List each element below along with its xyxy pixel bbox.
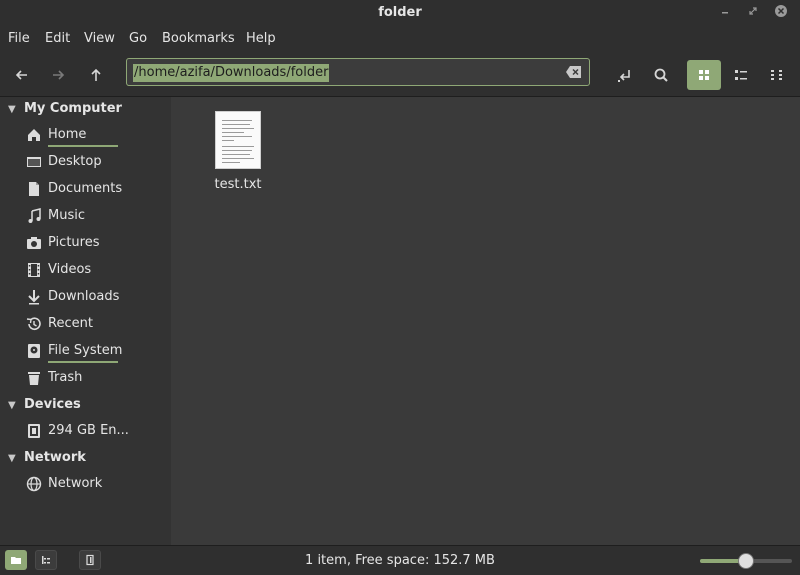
history-icon: [26, 317, 41, 330]
section-label: My Computer: [24, 101, 122, 116]
network-icon: [26, 476, 42, 492]
forward-button[interactable]: [41, 60, 75, 90]
drive-icon: [28, 344, 40, 358]
desktop-icon: [27, 157, 41, 167]
compact-view-icon: [771, 70, 782, 80]
toolbar: /home/azifa/Downloads/folder: [0, 52, 800, 97]
minimize-button[interactable]: [716, 4, 734, 22]
location-text[interactable]: /home/azifa/Downloads/folder: [133, 64, 330, 82]
expander-down-icon[interactable]: ▼: [8, 104, 20, 115]
sidebar-item-desktop[interactable]: Desktop: [26, 152, 166, 174]
compact-view-button[interactable]: [760, 60, 794, 90]
close-button[interactable]: [772, 4, 790, 22]
sidebar-item-label: Pictures: [48, 235, 100, 250]
list-view-button[interactable]: [724, 60, 758, 90]
sidebar: ▼ My Computer Home Desktop Documents Musi…: [0, 97, 171, 545]
menu-bookmarks[interactable]: Bookmarks: [162, 31, 235, 46]
sidebar-item-disk[interactable]: 294 GB En...: [26, 421, 166, 443]
sidebar-item-trash[interactable]: Trash: [26, 368, 166, 390]
section-label: Devices: [24, 397, 81, 412]
file-item[interactable]: test.txt: [209, 111, 267, 192]
status-bar: 1 item, Free space: 152.7 MB: [0, 545, 800, 575]
expander-down-icon[interactable]: ▼: [8, 400, 20, 411]
home-usage-bar: [48, 145, 118, 147]
music-icon: [28, 208, 41, 223]
section-my-computer[interactable]: ▼ My Computer: [8, 101, 122, 116]
download-icon: [28, 290, 40, 305]
expander-down-icon[interactable]: ▼: [8, 453, 20, 464]
menu-file[interactable]: File: [8, 31, 30, 46]
sidebar-item-label: 294 GB En...: [48, 423, 129, 438]
restore-icon: [749, 7, 757, 15]
sidebar-item-documents[interactable]: Documents: [26, 179, 166, 201]
film-icon: [28, 263, 40, 277]
sidebar-item-pictures[interactable]: Pictures: [26, 233, 166, 255]
menu-go[interactable]: Go: [129, 31, 147, 46]
search-icon: [654, 68, 668, 82]
sidebar-item-music[interactable]: Music: [26, 206, 166, 228]
file-name: test.txt: [214, 177, 262, 192]
sidebar-item-label: Videos: [48, 262, 92, 277]
up-button[interactable]: [79, 60, 113, 90]
sidebar-item-label: Music: [48, 208, 85, 223]
document-icon: [29, 182, 39, 196]
icon-view-button[interactable]: [687, 60, 721, 90]
sidebar-item-downloads[interactable]: Downloads: [26, 287, 166, 309]
zoom-handle[interactable]: [738, 553, 754, 569]
menu-edit[interactable]: Edit: [45, 31, 70, 46]
menu-bar: File Edit View Go Bookmarks Help: [0, 26, 800, 52]
menu-help[interactable]: Help: [246, 31, 276, 46]
sidebar-item-file-system[interactable]: File System: [26, 341, 166, 363]
status-text: 1 item, Free space: 152.7 MB: [305, 553, 495, 568]
file-view[interactable]: test.txt: [171, 97, 800, 545]
sidebar-item-label: Trash: [48, 370, 83, 385]
maximize-button[interactable]: [744, 4, 762, 22]
home-icon: [28, 129, 40, 141]
arrow-left-icon: [15, 70, 27, 80]
text-file-icon: [215, 111, 261, 169]
sidebar-item-label: File System: [48, 343, 123, 358]
trash-icon: [28, 372, 40, 385]
camera-icon: [27, 237, 41, 249]
back-button[interactable]: [5, 60, 39, 90]
sidebar-item-label: Desktop: [48, 154, 102, 169]
sidebar-item-label: Network: [48, 476, 103, 491]
location-toggle-icon: [618, 70, 630, 82]
search-button[interactable]: [644, 60, 678, 90]
sidebar-item-label: Home: [48, 127, 87, 142]
list-view-icon: [735, 70, 747, 80]
toggle-location-button[interactable]: [608, 60, 642, 90]
section-devices[interactable]: ▼ Devices: [8, 397, 81, 412]
minimize-icon: [722, 12, 728, 14]
file-system-usage-bar: [48, 361, 118, 363]
sidebar-item-label: Documents: [48, 181, 123, 196]
sidebar-item-label: Downloads: [48, 289, 120, 304]
location-bar[interactable]: /home/azifa/Downloads/folder: [126, 58, 590, 86]
window-title: folder: [378, 5, 422, 20]
menu-view[interactable]: View: [84, 31, 115, 46]
clear-location-button[interactable]: [565, 65, 583, 83]
backspace-icon: [566, 66, 581, 78]
sidebar-item-recent[interactable]: Recent: [26, 314, 166, 336]
sidebar-item-label: Recent: [48, 316, 93, 331]
sidebar-item-videos[interactable]: Videos: [26, 260, 166, 282]
zoom-slider[interactable]: [700, 553, 792, 569]
disk-icon: [28, 424, 40, 438]
arrow-right-icon: [53, 70, 65, 80]
arrow-up-icon: [91, 68, 101, 81]
sidebar-item-network[interactable]: Network: [26, 474, 166, 496]
section-label: Network: [24, 450, 86, 465]
close-icon: [775, 5, 787, 17]
grid-view-icon: [699, 70, 709, 80]
section-network[interactable]: ▼ Network: [8, 450, 86, 465]
title-bar: folder: [0, 0, 800, 26]
sidebar-item-home[interactable]: Home: [26, 125, 166, 147]
